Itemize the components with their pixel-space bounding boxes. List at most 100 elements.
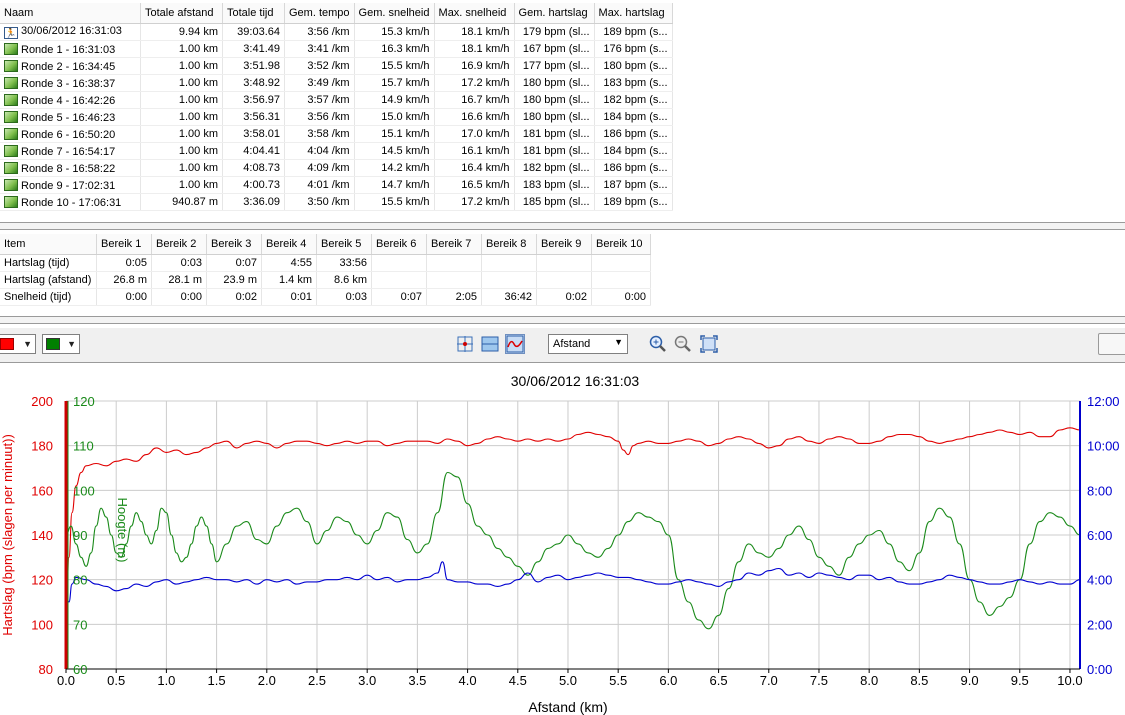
- cell-max-speed: 18.1 km/h: [434, 40, 515, 58]
- cell-time: 4:04.41: [222, 142, 285, 160]
- zone-cell: 0:03: [316, 288, 372, 306]
- zoom-in-button[interactable]: [648, 334, 668, 354]
- line-graph-button[interactable]: [505, 334, 525, 354]
- col-header-gem-tempo[interactable]: Gem. tempo: [284, 3, 355, 24]
- zone-col-header[interactable]: Bereik 7: [426, 234, 482, 255]
- col-header-gem-hartslag[interactable]: Gem. hartslag: [514, 3, 595, 24]
- crosshair-button[interactable]: [455, 334, 475, 354]
- zone-cell: 33:56: [316, 254, 372, 272]
- table-row[interactable]: Ronde 4 - 16:42:26 1.00 km 3:56.97 3:57 /km…: [0, 91, 673, 109]
- hr-tick-label: 80: [39, 662, 53, 677]
- zone-cell: [426, 271, 482, 289]
- cell-max-speed: 16.9 km/h: [434, 57, 515, 75]
- x-tick-label: 9.0: [961, 673, 979, 688]
- cell-pace: 3:41 /km: [284, 40, 355, 58]
- zone-col-header[interactable]: Bereik 9: [536, 234, 592, 255]
- cell-dist: 1.00 km: [140, 57, 223, 75]
- table-row[interactable]: Ronde 6 - 16:50:20 1.00 km 3:58.01 3:58 /km…: [0, 125, 673, 143]
- zone-cell: [591, 254, 651, 272]
- x-tick-label: 2.0: [258, 673, 276, 688]
- zoom-out-icon: [674, 335, 691, 352]
- lap-name-cell: Ronde 2 - 16:34:45: [0, 57, 141, 75]
- lap-name: Ronde 3 - 16:38:37: [21, 77, 116, 90]
- col-header-naam[interactable]: Naam: [0, 3, 141, 24]
- lap-icon: [4, 59, 18, 72]
- table-row[interactable]: Ronde 5 - 16:46:23 1.00 km 3:56.31 3:56 /km…: [0, 108, 673, 126]
- alt-color-picker[interactable]: ▼: [42, 334, 80, 354]
- cell-time: 3:58.01: [222, 125, 285, 143]
- lap-name-cell: Ronde 5 - 16:46:23: [0, 108, 141, 126]
- zone-col-header[interactable]: Bereik 10: [591, 234, 651, 255]
- col-header-max-hartslag[interactable]: Max. hartslag: [594, 3, 673, 24]
- laps-header-row: Naam Totale afstand Totale tijd Gem. tem…: [0, 3, 673, 24]
- x-tick-label: 8.5: [910, 673, 928, 688]
- table-row[interactable]: Ronde 1 - 16:31:03 1.00 km 3:41.49 3:41 /km…: [0, 40, 673, 58]
- speed-tick-label: 4:00: [1087, 573, 1112, 588]
- chart-axes: [64, 401, 1081, 673]
- zone-col-header[interactable]: Bereik 6: [371, 234, 427, 255]
- zones-table: Item Bereik 1 Bereik 2 Bereik 3 Bereik 4 Bere…: [0, 234, 651, 306]
- cell-time: 3:56.31: [222, 108, 285, 126]
- table-row[interactable]: Ronde 8 - 16:58:22 1.00 km 4:08.73 4:09 /km…: [0, 159, 673, 177]
- splitter-top[interactable]: [0, 222, 1125, 230]
- splitter-middle[interactable]: [0, 316, 1125, 324]
- zone-col-header[interactable]: Bereik 5: [316, 234, 372, 255]
- table-row[interactable]: Ronde 3 - 16:38:37 1.00 km 3:48.92 3:49 /km…: [0, 74, 673, 92]
- col-header-totale-afstand[interactable]: Totale afstand: [140, 3, 223, 24]
- zone-col-header[interactable]: Bereik 8: [481, 234, 537, 255]
- zone-cell: 0:02: [206, 288, 262, 306]
- zone-col-header[interactable]: Bereik 1: [96, 234, 152, 255]
- chart-area[interactable]: 0.0 0.5 1.0 1.5 2.0 2.5 3.0 3.5 4.0 4.5 5.0 5.5 6.0 6…: [0, 365, 1125, 715]
- zoom-out-button[interactable]: [673, 334, 693, 354]
- table-row[interactable]: Ronde 2 - 16:34:45 1.00 km 3:51.98 3:52 /km…: [0, 57, 673, 75]
- zone-cell: [371, 254, 427, 272]
- zone-col-header[interactable]: Bereik 3: [206, 234, 262, 255]
- col-header-gem-snelheid[interactable]: Gem. snelheid: [354, 3, 435, 24]
- x-axis-select[interactable]: Afstand ▼: [548, 334, 628, 354]
- zone-cell: 0:00: [96, 288, 152, 306]
- lap-name-cell: 🏃 30/06/2012 16:31:03: [0, 23, 141, 41]
- zone-col-header[interactable]: Bereik 4: [261, 234, 317, 255]
- split-view-button[interactable]: [480, 334, 500, 354]
- chevron-down-icon: ▼: [67, 339, 76, 349]
- cell-time: 4:08.73: [222, 159, 285, 177]
- speed-tick-label: 8:00: [1087, 483, 1112, 498]
- x-tick-label: 3.5: [408, 673, 426, 688]
- cell-pace: 3:57 /km: [284, 91, 355, 109]
- table-row[interactable]: Ronde 7 - 16:54:17 1.00 km 4:04.41 4:04 /km…: [0, 142, 673, 160]
- lap-name-cell: Ronde 10 - 17:06:31: [0, 193, 141, 211]
- x-axis-label: Afstand (km): [528, 699, 607, 715]
- lap-name: Ronde 10 - 17:06:31: [21, 196, 122, 209]
- cell-max-hr: 189 bpm (s...: [594, 23, 673, 41]
- cell-avg-speed: 15.5 km/h: [354, 57, 435, 75]
- lap-name: Ronde 4 - 16:42:26: [21, 94, 116, 107]
- hr-color-picker[interactable]: ▼: [0, 334, 36, 354]
- lap-icon: [4, 178, 18, 191]
- cell-max-speed: 16.7 km/h: [434, 91, 515, 109]
- cell-avg-speed: 16.3 km/h: [354, 40, 435, 58]
- cell-time: 3:36.09: [222, 193, 285, 211]
- table-row[interactable]: Hartslag (afstand) 26.8 m 28.1 m 23.9 m 1.4 …: [0, 271, 651, 289]
- panel-button[interactable]: [1098, 333, 1125, 355]
- alt-tick-label: 100: [73, 483, 95, 498]
- zone-cell: [536, 254, 592, 272]
- lap-name-cell: Ronde 8 - 16:58:22: [0, 159, 141, 177]
- x-tick-label: 2.5: [308, 673, 326, 688]
- x-tick-label: 0.5: [107, 673, 125, 688]
- zone-col-header[interactable]: Bereik 2: [151, 234, 207, 255]
- chevron-down-icon: ▼: [614, 337, 623, 347]
- alt-tick-label: 90: [73, 528, 87, 543]
- cell-max-hr: 186 bpm (s...: [594, 125, 673, 143]
- table-row[interactable]: Hartslag (tijd) 0:05 0:03 0:07 4:55 33:56: [0, 254, 651, 272]
- lap-icon: [4, 161, 18, 174]
- col-header-totale-tijd[interactable]: Totale tijd: [222, 3, 285, 24]
- col-header-max-snelheid[interactable]: Max. snelheid: [434, 3, 515, 24]
- zone-col-header[interactable]: Item: [0, 234, 97, 255]
- zoom-fit-button[interactable]: [699, 334, 719, 354]
- table-row[interactable]: 🏃 30/06/2012 16:31:03 9.94 km 39:03.64 3:56 …: [0, 23, 673, 41]
- zone-cell: 0:07: [371, 288, 427, 306]
- table-row[interactable]: Ronde 10 - 17:06:31 940.87 m 3:36.09 3:50 /…: [0, 193, 673, 211]
- table-row[interactable]: Snelheid (tijd) 0:00 0:00 0:02 0:01 0:03 0:07 2…: [0, 288, 651, 306]
- lap-name-cell: Ronde 7 - 16:54:17: [0, 142, 141, 160]
- table-row[interactable]: Ronde 9 - 17:02:31 1.00 km 4:00.73 4:01 /km…: [0, 176, 673, 194]
